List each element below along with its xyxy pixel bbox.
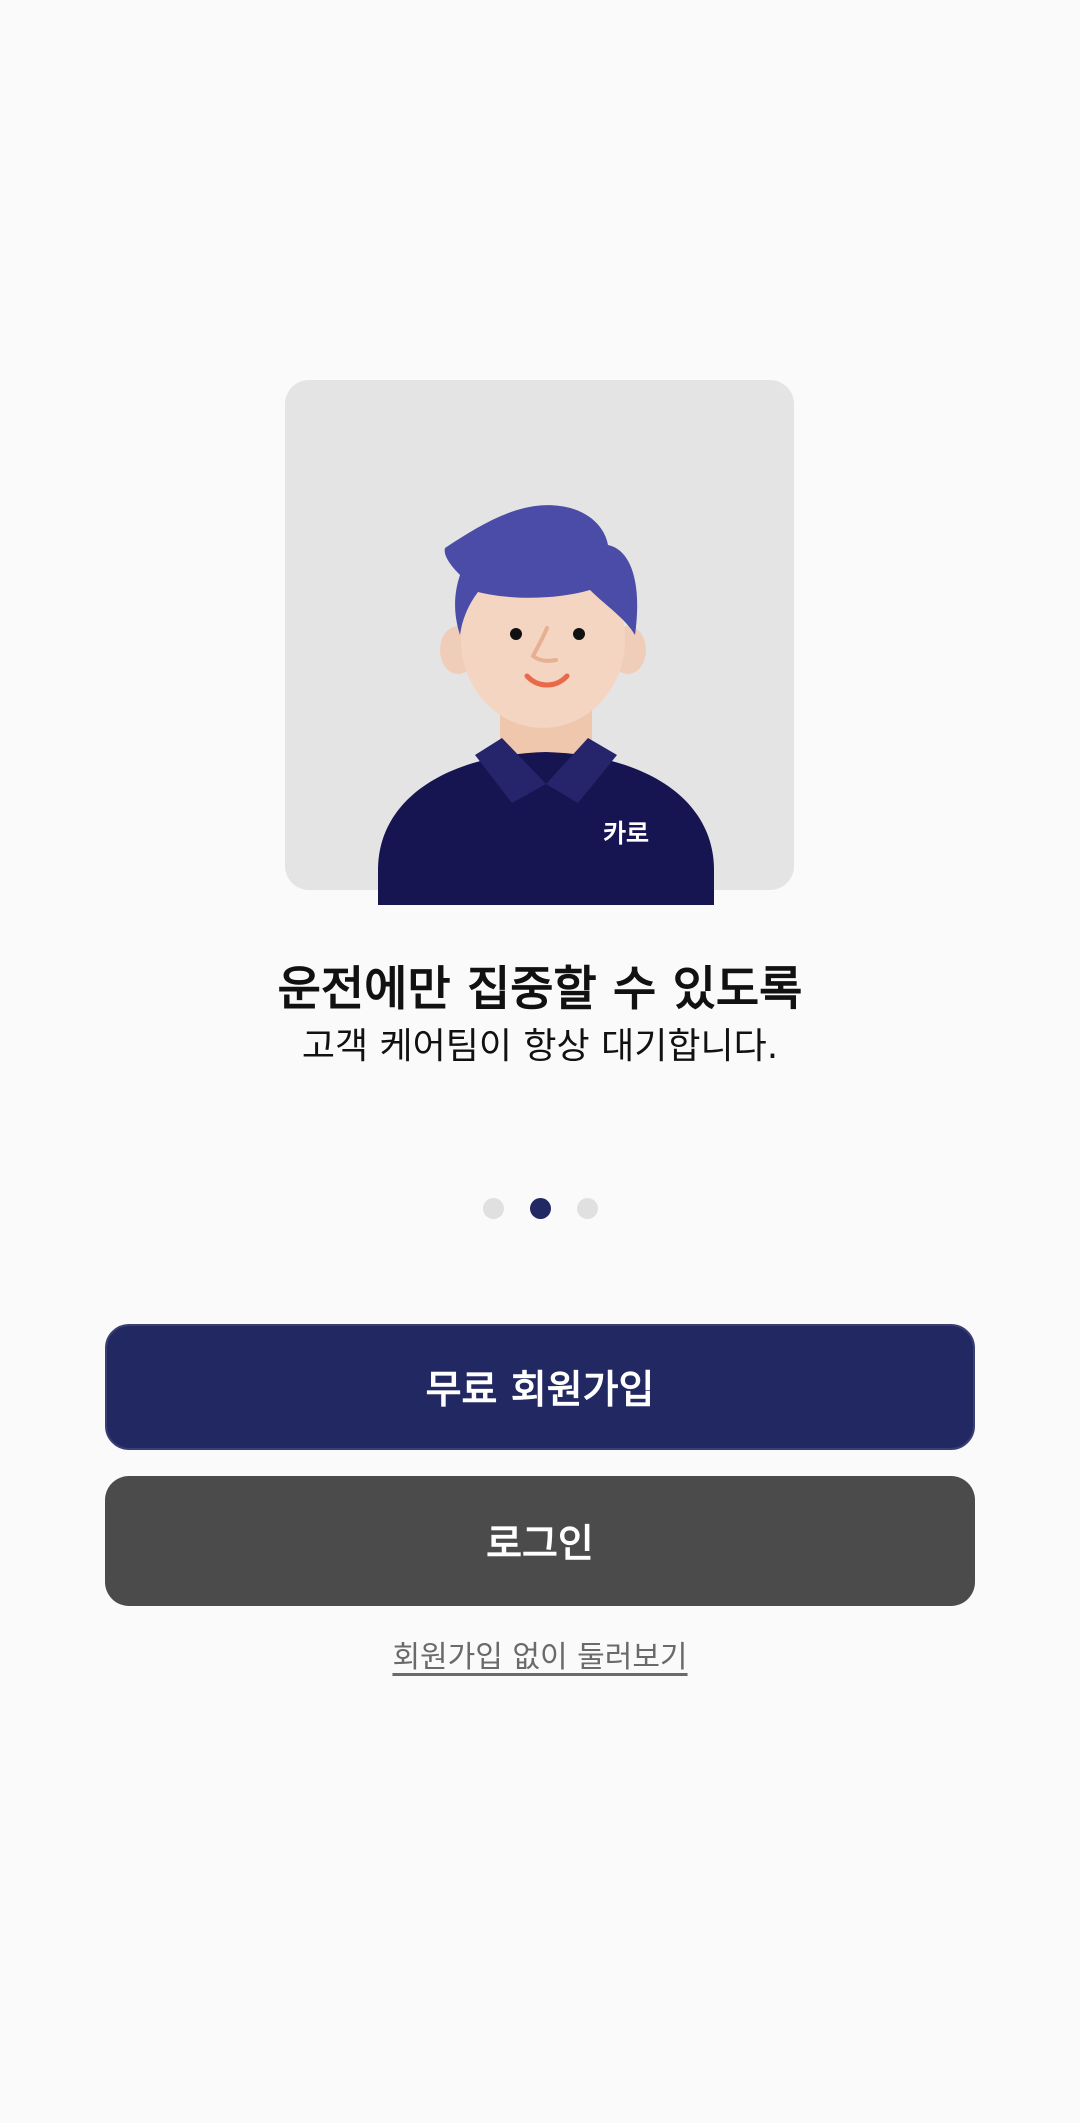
page-dot-1[interactable]: [482, 1197, 504, 1219]
shirt-shape: [378, 752, 714, 905]
onboarding-title: 운전에만 집중할 수 있도록: [277, 962, 803, 1017]
right-eye-shape: [573, 628, 585, 640]
onboarding-subtitle: 고객 케어팀이 항상 대기합니다.: [301, 1026, 779, 1067]
left-eye-shape: [510, 628, 522, 640]
login-button[interactable]: 로그인: [105, 1476, 975, 1606]
page-dot-3[interactable]: [576, 1197, 598, 1219]
browse-without-signup-link[interactable]: 회원가입 없이 둘러보기: [0, 1632, 1080, 1676]
page-indicator: [0, 1197, 1080, 1219]
free-signup-button[interactable]: 무료 회원가입: [105, 1324, 975, 1450]
page-dot-2-active[interactable]: [529, 1197, 551, 1219]
customer-care-agent-illustration: 카로: [378, 505, 714, 905]
shirt-logo: 카로: [603, 819, 649, 848]
